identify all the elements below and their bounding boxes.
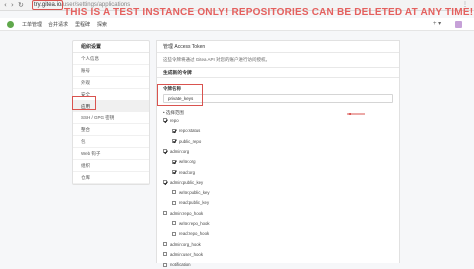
scope-checkbox[interactable] [172,138,176,143]
scope-checkbox[interactable] [163,252,167,257]
scope-row[interactable]: admin:repo_hook [163,210,203,218]
scope-checkbox[interactable] [172,231,176,236]
scope-checkbox[interactable] [163,211,167,216]
gitea-logo-icon[interactable] [7,21,14,28]
nav-issues[interactable]: 工单管理 [22,21,42,28]
nav-explore[interactable]: 探索 [97,21,107,28]
scope-label: read:public_key [179,200,210,206]
sidebar-item[interactable]: 整合 [73,124,149,137]
avatar[interactable] [455,21,462,28]
scope-row[interactable]: repo [163,117,179,125]
sidebar-item[interactable]: 个人信息 [73,53,149,65]
scope-row[interactable]: write:public_key [172,189,210,197]
scope-checkbox[interactable] [163,262,167,267]
test-instance-warning: THIS IS A TEST INSTANCE ONLY! REPOSITORI… [64,7,474,18]
scope-row[interactable]: notification [163,261,191,269]
scope-checkbox[interactable] [163,241,167,246]
scope-row[interactable]: admin:org_hook [163,241,201,249]
scope-row[interactable]: repo:status [172,127,200,135]
sidebar-item[interactable]: 外观 [73,77,149,89]
scope-label: repo [170,118,179,123]
apps-highlight-box [72,96,96,110]
access-token-description: 这些令牌将通过 Gitea API 对您的账户进行访问授权。 [163,57,271,62]
scope-row[interactable]: admin:org [163,148,189,156]
scope-row[interactable]: admin:public_key [163,179,203,187]
scope-label: admin:org [170,148,190,154]
scope-row[interactable]: public_repo [172,138,201,146]
scope-label: admin:public_key [170,179,204,185]
scope-checkbox[interactable] [163,180,167,185]
app-navbar: 工单管理 合并请求 里程碑 探索 + ▾ [0,18,474,31]
annotation-arrow-icon [347,113,365,115]
sidebar-item[interactable]: Web 钩子 [73,148,149,161]
nav-pull-requests[interactable]: 合并请求 [48,21,68,28]
sidebar-item[interactable]: 仓库 [73,172,149,184]
applications-panel: 管理 Access Token 这些令牌将通过 Gitea API 对您的账户进… [156,40,400,267]
reload-icon[interactable]: ↻ [18,1,24,9]
sidebar-item[interactable]: SSH / GPG 密钥 [73,112,149,125]
generate-token-header: 生成新的令牌 [157,67,399,78]
scope-label: write:repo_hook [179,221,210,226]
sidebar-item[interactable]: 账号 [73,65,149,77]
scope-row[interactable]: read:repo_hook [172,230,209,238]
scope-checkbox[interactable] [172,128,176,133]
create-plus-icon[interactable]: + ▾ [433,20,441,27]
forward-icon[interactable]: › [11,1,14,9]
scope-label: write:org [179,159,196,165]
scope-checkbox[interactable] [172,221,176,226]
scope-label: read:org [179,169,196,175]
scope-row[interactable]: read:org [172,169,195,177]
token-name-highlight-box [157,84,203,106]
scope-row[interactable]: read:public_key [172,199,209,207]
access-token-header: 管理 Access Token [157,41,399,53]
scope-checkbox[interactable] [172,200,176,205]
scope-checkbox[interactable] [163,118,167,123]
scope-label: public_repo [179,138,202,144]
sidebar-item[interactable]: 包 [73,136,149,149]
nav-milestones[interactable]: 里程碑 [75,21,90,28]
url-highlight-box [32,0,63,10]
scope-row[interactable]: write:repo_hook [172,220,210,228]
sidebar-title: 组织设置 [73,41,149,53]
scope-label: admin:org_hook [170,241,201,247]
settings-sidebar: 组织设置 个人信息 账号 外观 安全 应用 SSH / GPG 密钥 整合包 Web 钩子 组织… [72,40,150,185]
scope-checkbox[interactable] [172,159,176,164]
scope-label: write:public_key [179,190,210,196]
scopes-label: • 选择范围 [163,110,184,115]
scope-row[interactable]: write:org [172,158,195,166]
sidebar-item[interactable]: 组织 [73,160,149,172]
scope-label: admin:user_hook [170,251,203,257]
scope-checkbox[interactable] [163,149,167,154]
back-icon[interactable]: ‹ [4,1,7,9]
scope-checkbox[interactable] [172,169,176,174]
sidebar-menu: 个人信息 账号 外观 安全 应用 SSH / GPG 密钥 整合包 Web 钩子 组织 仓库 [73,53,149,184]
scope-checkbox[interactable] [172,190,176,195]
scope-label: read:repo_hook [179,231,210,237]
scope-label: admin:repo_hook [170,210,204,216]
scope-label: repo:status [179,128,201,134]
scope-row[interactable]: admin:user_hook [163,251,203,259]
